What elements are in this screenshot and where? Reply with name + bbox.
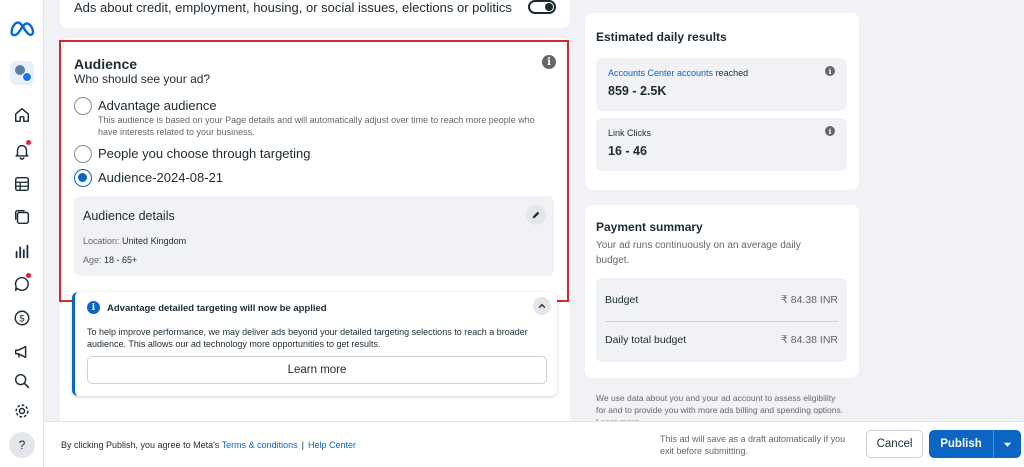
- publish-button[interactable]: Publish: [929, 430, 993, 458]
- notification-dot: [26, 140, 31, 145]
- layers-icon[interactable]: [9, 204, 35, 230]
- legal-prefix: By clicking Publish, you agree to Meta's: [61, 440, 222, 450]
- legal-text: By clicking Publish, you agree to Meta's…: [61, 440, 356, 450]
- estimated-results-title: Estimated daily results: [596, 30, 727, 44]
- option-saved-audience-label[interactable]: Audience-2024-08-21: [98, 170, 223, 185]
- advantage-targeting-notice: i Advantage detailed targeting will now …: [72, 292, 557, 396]
- link-clicks-label: Link Clicks: [608, 128, 652, 138]
- link-clicks-value: 16 - 46: [608, 144, 647, 158]
- reach-label: Accounts Center accounts reached: [608, 68, 748, 78]
- link-clicks-stat: Link Clicks i 16 - 46: [596, 118, 847, 171]
- audience-subtitle: Who should see your ad?: [74, 72, 211, 86]
- payment-summary-subtitle: Your ad runs continuously on an average …: [596, 240, 801, 266]
- link-clicks-info-icon[interactable]: i: [825, 126, 835, 136]
- audience-details-title: Audience details: [83, 209, 175, 223]
- reach-suffix: reached: [713, 68, 749, 78]
- help-label: ?: [18, 438, 26, 452]
- age-value: 18 - 65+: [104, 255, 138, 265]
- pencil-icon: [532, 211, 540, 219]
- location-value: United Kingdom: [122, 236, 187, 246]
- chat-dot: [26, 273, 31, 278]
- cancel-button[interactable]: Cancel: [866, 430, 923, 458]
- info-icon[interactable]: i: [542, 55, 556, 69]
- reach-info-icon[interactable]: i: [825, 66, 835, 76]
- main-content: Ads about credit, employment, housing, o…: [44, 0, 584, 425]
- account-avatar-icon[interactable]: [9, 60, 35, 86]
- chat-icon[interactable]: [9, 271, 35, 297]
- location-label: Location:: [83, 236, 120, 246]
- svg-text:$: $: [19, 314, 25, 325]
- budget-label: Budget: [605, 294, 639, 306]
- chevron-up-icon: [538, 303, 546, 309]
- learn-more-button[interactable]: Learn more: [87, 356, 547, 384]
- publish-split-button: Publish: [929, 430, 1021, 458]
- info-filled-icon: i: [87, 301, 100, 314]
- edit-audience-button[interactable]: [526, 205, 546, 225]
- collapse-notice-button[interactable]: [533, 297, 551, 315]
- audience-title: Audience: [74, 56, 138, 72]
- left-nav-rail: $: [0, 0, 44, 467]
- option-advantage-audience-description: This audience is based on your Page deta…: [98, 115, 535, 137]
- estimated-results-panel: Estimated daily results Accounts Center …: [585, 13, 859, 190]
- notifications-icon[interactable]: [9, 138, 35, 164]
- legal-separator: |: [301, 440, 305, 450]
- budget-row: Budget ₹ 84.38 INR: [605, 294, 838, 306]
- special-categories-card: Ads about credit, employment, housing, o…: [60, 0, 570, 28]
- chart-icon[interactable]: [9, 238, 35, 264]
- home-icon[interactable]: [9, 102, 35, 128]
- table-icon[interactable]: [9, 171, 35, 197]
- notice-title: Advantage detailed targeting will now be…: [107, 303, 327, 314]
- accounts-center-link[interactable]: Accounts Center accounts: [608, 68, 713, 78]
- meta-logo-icon[interactable]: [9, 16, 35, 42]
- budget-box: Budget ₹ 84.38 INR Daily total budget ₹ …: [596, 278, 847, 362]
- special-categories-toggle[interactable]: [528, 0, 556, 14]
- radio-advantage-audience[interactable]: [74, 97, 92, 115]
- payment-summary-title: Payment summary: [596, 220, 703, 234]
- daily-total-budget-label: Daily total budget: [605, 334, 687, 346]
- help-center-link[interactable]: Help Center: [308, 440, 356, 450]
- megaphone-icon[interactable]: [9, 339, 35, 365]
- age-label: Age:: [83, 255, 102, 265]
- publish-options-button[interactable]: [993, 430, 1021, 458]
- billing-icon[interactable]: $: [9, 305, 35, 331]
- daily-total-budget-row: Daily total budget ₹ 84.38 INR: [605, 334, 838, 346]
- reach-stat: Accounts Center accounts reached i 859 -…: [596, 58, 847, 111]
- option-advantage-audience-label[interactable]: Advantage audience: [98, 98, 217, 113]
- draft-save-note: This ad will save as a draft automatical…: [660, 434, 846, 456]
- search-icon[interactable]: [9, 368, 35, 394]
- payment-summary-panel: Payment summary Your ad runs continuousl…: [585, 205, 859, 378]
- notice-body: To help improve performance, we may deli…: [87, 327, 528, 349]
- audience-location: Location: United Kingdom: [83, 236, 186, 246]
- radio-saved-audience[interactable]: [74, 169, 92, 187]
- caret-down-icon: [1003, 442, 1012, 447]
- special-categories-label: Ads about credit, employment, housing, o…: [74, 0, 512, 15]
- radio-targeting[interactable]: [74, 145, 92, 163]
- option-targeting-label[interactable]: People you choose through targeting: [98, 146, 311, 161]
- bottom-action-bar: By clicking Publish, you agree to Meta's…: [44, 421, 1024, 467]
- help-icon[interactable]: ?: [9, 432, 35, 458]
- audience-age: Age: 18 - 65+: [83, 255, 137, 265]
- reach-value: 859 - 2.5K: [608, 84, 667, 98]
- budget-value: ₹ 84.38 INR: [781, 294, 838, 306]
- terms-link[interactable]: Terms & conditions: [222, 440, 298, 450]
- daily-total-budget-value: ₹ 84.38 INR: [781, 334, 838, 346]
- settings-icon[interactable]: [9, 398, 35, 424]
- audience-details-box: Audience details Location: United Kingdo…: [74, 196, 554, 276]
- budget-divider: [605, 321, 838, 322]
